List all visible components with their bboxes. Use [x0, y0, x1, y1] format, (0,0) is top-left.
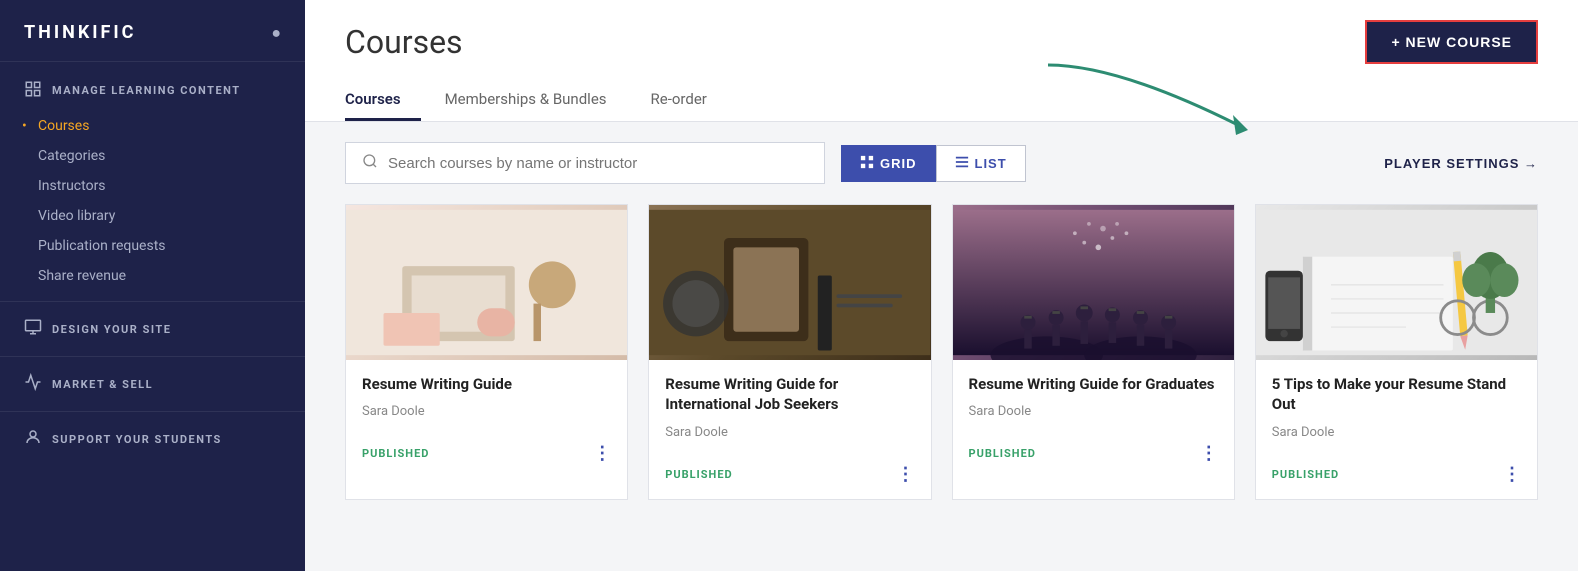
main-content: Courses + NEW COURSE Courses Memberships… [305, 0, 1578, 571]
course-thumbnail-3 [953, 205, 1234, 360]
status-badge-2: PUBLISHED [665, 468, 732, 481]
course-author-3: Sara Doole [969, 404, 1218, 419]
course-info-1: Resume Writing Guide Sara Doole [346, 360, 627, 443]
course-author-4: Sara Doole [1272, 425, 1521, 440]
course-author-1: Sara Doole [362, 404, 611, 419]
sidebar-logo: THINKIFIC ● [0, 0, 305, 62]
design-site-label: DESIGN YOUR SITE [52, 323, 171, 336]
search-icon [362, 153, 378, 173]
toolbar: GRID LIST PLAYER SETTINGS → [305, 122, 1578, 204]
sidebar-item-courses[interactable]: Courses [38, 111, 305, 141]
sidebar-section-market[interactable]: MARKET & SELL [0, 361, 305, 407]
sidebar-section-support[interactable]: SUPPORT YOUR STUDENTS [0, 416, 305, 462]
course-card-4: 5 Tips to Make your Resume Stand Out Sar… [1255, 204, 1538, 500]
page-title: Courses [345, 23, 463, 61]
course-footer-4: PUBLISHED ⋮ [1256, 464, 1537, 499]
course-thumbnail-4 [1256, 205, 1537, 360]
course-author-2: Sara Doole [665, 425, 914, 440]
market-sell-label: MARKET & SELL [52, 378, 153, 391]
course-card-3: Resume Writing Guide for Graduates Sara … [952, 204, 1235, 500]
sidebar-section-manage: MANAGE LEARNING CONTENT [0, 62, 305, 107]
sidebar-item-instructors[interactable]: Instructors [38, 171, 305, 201]
sidebar: THINKIFIC ● MANAGE LEARNING CONTENT Cour… [0, 0, 305, 571]
course-thumbnail-1 [346, 205, 627, 360]
search-input[interactable] [388, 155, 808, 172]
market-icon [24, 373, 42, 395]
tabs: Courses Memberships & Bundles Re-order [345, 80, 1538, 121]
header-top: Courses + NEW COURSE [345, 20, 1538, 64]
course-card-1: Resume Writing Guide Sara Doole PUBLISHE… [345, 204, 628, 500]
course-info-3: Resume Writing Guide for Graduates Sara … [953, 360, 1234, 443]
course-title-4: 5 Tips to Make your Resume Stand Out [1272, 374, 1521, 415]
course-footer-2: PUBLISHED ⋮ [649, 464, 930, 499]
search-box[interactable] [345, 142, 825, 184]
tab-courses[interactable]: Courses [345, 80, 421, 121]
course-footer-3: PUBLISHED ⋮ [953, 443, 1234, 478]
course-footer-1: PUBLISHED ⋮ [346, 443, 627, 478]
course-title-2: Resume Writing Guide for International J… [665, 374, 914, 415]
support-students-label: SUPPORT YOUR STUDENTS [52, 433, 222, 446]
grid-view-button[interactable]: GRID [841, 145, 936, 182]
main-header: Courses + NEW COURSE Courses Memberships… [305, 0, 1578, 122]
status-badge-4: PUBLISHED [1272, 468, 1339, 481]
list-view-button[interactable]: LIST [936, 145, 1026, 182]
tab-reorder[interactable]: Re-order [651, 80, 727, 121]
course-info-4: 5 Tips to Make your Resume Stand Out Sar… [1256, 360, 1537, 464]
course-info-2: Resume Writing Guide for International J… [649, 360, 930, 464]
sidebar-nav-manage: Courses Categories Instructors Video lib… [0, 107, 305, 297]
sidebar-item-publication-requests[interactable]: Publication requests [38, 231, 305, 261]
support-icon [24, 428, 42, 450]
course-grid: Resume Writing Guide Sara Doole PUBLISHE… [305, 204, 1578, 500]
design-icon [24, 318, 42, 340]
sidebar-item-video-library[interactable]: Video library [38, 201, 305, 231]
course-card-2: Resume Writing Guide for International J… [648, 204, 931, 500]
logo-text: THINKIFIC [24, 22, 136, 43]
sidebar-item-categories[interactable]: Categories [38, 141, 305, 171]
more-menu-icon-2[interactable]: ⋮ [897, 464, 915, 485]
more-menu-icon-4[interactable]: ⋮ [1503, 464, 1521, 485]
player-settings-button[interactable]: PLAYER SETTINGS → [1384, 156, 1538, 171]
search-icon[interactable]: ● [271, 23, 281, 43]
manage-learning-icon [24, 80, 42, 101]
course-title-3: Resume Writing Guide for Graduates [969, 374, 1218, 394]
list-icon [955, 155, 969, 172]
new-course-button[interactable]: + NEW COURSE [1365, 20, 1538, 64]
tab-memberships[interactable]: Memberships & Bundles [445, 80, 627, 121]
grid-icon [860, 155, 874, 172]
main-wrapper: Courses + NEW COURSE Courses Memberships… [305, 0, 1578, 571]
status-badge-1: PUBLISHED [362, 447, 429, 460]
sidebar-section-manage-title[interactable]: MANAGE LEARNING CONTENT [24, 80, 281, 101]
more-menu-icon-3[interactable]: ⋮ [1200, 443, 1218, 464]
status-badge-3: PUBLISHED [969, 447, 1036, 460]
sidebar-section-design[interactable]: DESIGN YOUR SITE [0, 306, 305, 352]
view-toggle: GRID LIST [841, 145, 1026, 182]
course-thumbnail-2 [649, 205, 930, 360]
course-title-1: Resume Writing Guide [362, 374, 611, 394]
sidebar-item-share-revenue[interactable]: Share revenue [38, 261, 305, 291]
more-menu-icon-1[interactable]: ⋮ [593, 443, 611, 464]
